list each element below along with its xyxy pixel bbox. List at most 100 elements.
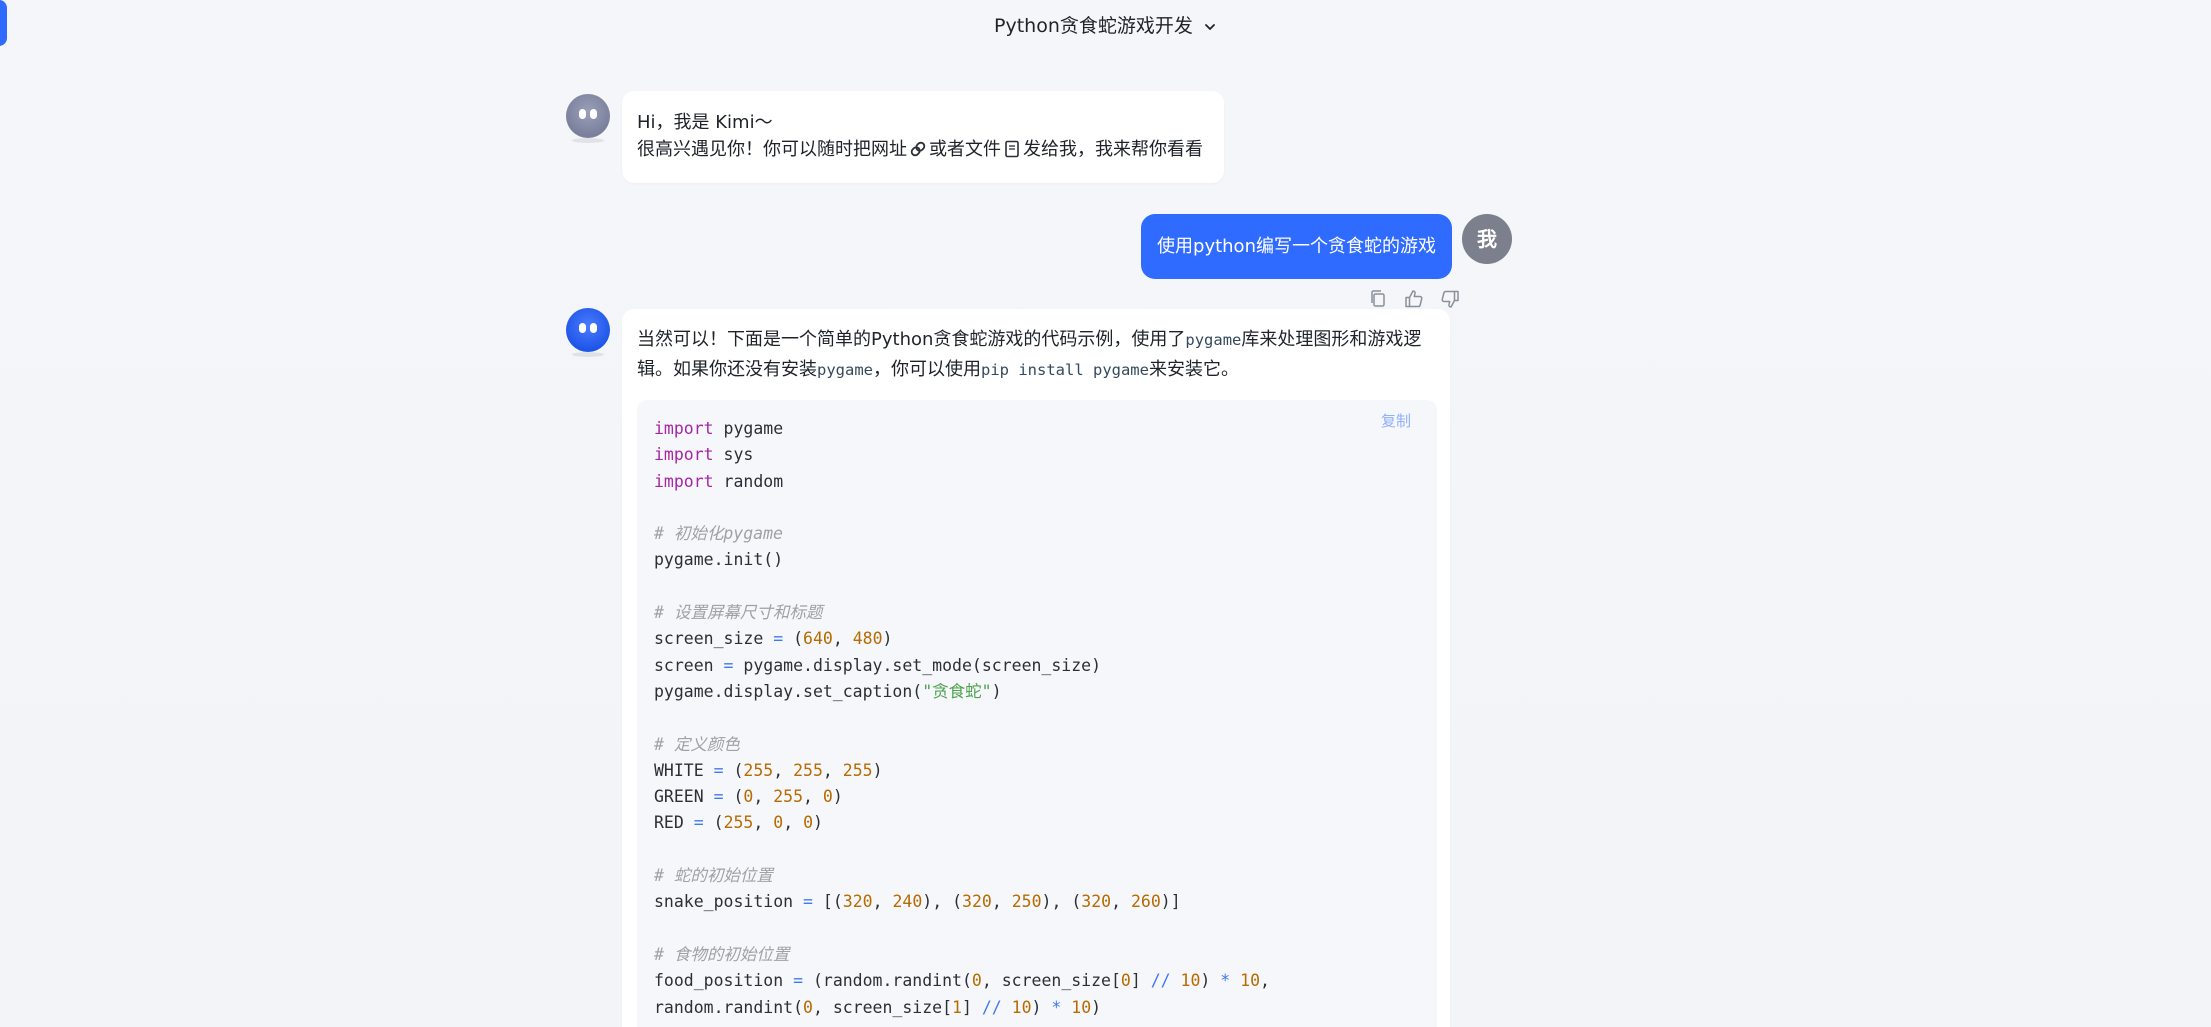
code-token: ,	[822, 760, 843, 780]
code-token: )	[991, 681, 1002, 701]
code-token: ,	[803, 787, 823, 807]
code-token: ), (	[1041, 892, 1082, 912]
greeting-bubble: Hi，我是 Kimi～ 很高兴遇见你！你可以随时把网址 或者文件 发给我，我来帮你看…	[622, 91, 1224, 183]
kimi-avatar	[566, 94, 610, 143]
code-token: =	[723, 655, 734, 675]
code-token: =	[713, 760, 724, 780]
code-line: # 蛇的初始位置	[654, 863, 1270, 889]
code-token: 255	[842, 760, 873, 780]
inline-code: pygame	[817, 361, 873, 379]
code-token: 250	[1011, 892, 1042, 912]
code-token: 0	[971, 971, 982, 991]
code-token: 480	[852, 629, 883, 649]
code-token: pygame.display.set_mode(screen_size)	[733, 655, 1102, 675]
code-token: 640	[803, 629, 833, 649]
code-token: ,	[783, 813, 804, 833]
code-line: import pygame	[654, 416, 1270, 442]
code-token: ,	[773, 760, 794, 780]
code-token: import	[654, 445, 714, 465]
code-token: GREEN	[654, 787, 714, 807]
code-token: # 蛇的初始位置	[654, 866, 773, 886]
code-token: =	[713, 787, 724, 807]
code-token: 0	[773, 813, 784, 833]
code-line: RED = (255, 0, 0)	[654, 810, 1270, 836]
code-line: snake_position = [(320, 240), (320, 250)…	[654, 889, 1270, 915]
code-token: )	[813, 813, 823, 833]
code-token: 320	[842, 892, 873, 912]
code-token: ,	[832, 629, 853, 649]
code-token: sys	[713, 445, 754, 465]
code-token: 0	[1120, 971, 1131, 991]
code-token: ), (	[922, 892, 963, 912]
inline-code: pip install pygame	[981, 361, 1149, 379]
code-token: , screen_size[	[981, 971, 1121, 991]
copy-icon	[1371, 290, 1385, 307]
code-token: random	[713, 471, 784, 491]
code-token: 0	[803, 997, 813, 1017]
code-token: random.randint(	[654, 997, 804, 1017]
code-token: //	[1150, 971, 1171, 991]
copy-code-button[interactable]: 复制	[1381, 410, 1411, 431]
code-token: 0	[803, 813, 813, 833]
code-line: random.randint(0, screen_size[1] // 10) …	[654, 995, 1270, 1021]
code-line: # 食物的初始位置	[654, 942, 1270, 968]
greeting-line-1: Hi，我是 Kimi～	[637, 112, 773, 133]
code-token: ,	[753, 787, 774, 807]
code-token: *	[1051, 997, 1062, 1017]
code-token: (	[783, 629, 804, 649]
code-token: 255	[793, 760, 823, 780]
code-line: pygame.init()	[654, 547, 1270, 573]
code-token: (random.randint(	[803, 971, 972, 991]
chat-page: Python贪食蛇游戏开发 Hi，我是 Kimi～ 很高兴遇见你！你可以随时把网…	[0, 0, 2211, 1027]
code-token: 255	[723, 813, 754, 833]
code-line: import sys	[654, 442, 1270, 468]
code-token: )	[872, 760, 883, 780]
code-token: WHITE	[654, 760, 714, 780]
link-icon	[910, 141, 926, 157]
code-line: # 初始化pygame	[654, 521, 1270, 547]
code-line: food_position = (random.randint(0, scree…	[654, 968, 1270, 994]
code-token: snake_position	[654, 892, 804, 912]
code-token: pygame.init()	[654, 550, 784, 570]
file-icon	[1005, 140, 1019, 158]
code-token: [(	[812, 892, 843, 912]
code-line: # 设置屏幕尺寸和标题	[654, 600, 1270, 626]
code-token: 10	[1240, 971, 1261, 991]
code-token: =	[803, 892, 813, 912]
code-token: 255	[773, 787, 804, 807]
code-line: screen = pygame.display.set_mode(screen_…	[654, 653, 1270, 679]
code-token: )]	[1160, 892, 1181, 912]
code-line: import random	[654, 469, 1270, 495]
code-token: "贪食蛇"	[922, 681, 992, 701]
code-token: 1	[952, 997, 962, 1017]
code-token: pygame	[713, 419, 784, 438]
code-token: (	[723, 760, 744, 780]
code-token: )	[832, 787, 843, 807]
code-token: ]	[1130, 971, 1151, 991]
code-token: //	[981, 997, 1002, 1017]
inline-code: pygame	[1185, 331, 1242, 349]
code-token: )	[882, 629, 893, 649]
code-token: ,	[1111, 892, 1131, 912]
code-token: screen	[654, 655, 724, 675]
code-token: =	[693, 813, 704, 833]
code-token: 10	[1011, 997, 1032, 1017]
code-line: screen_size = (640, 480)	[654, 626, 1270, 652]
code-token: ,	[753, 813, 774, 833]
code-token: (	[723, 787, 744, 807]
code-token: 0	[822, 787, 833, 807]
kimi-avatar	[566, 308, 610, 357]
code-token: )	[1031, 997, 1052, 1017]
code-content: import pygame import sys import random # 初始…	[654, 416, 1270, 1021]
greeting-line-2: 很高兴遇见你！你可以随时把网址 或者文件 发给我，我来帮你看看	[637, 139, 1203, 160]
code-token: screen_size	[654, 629, 774, 649]
code-token: =	[793, 971, 804, 991]
code-token: 240	[892, 892, 923, 912]
conversation-title-button[interactable]: Python贪食蛇游戏开发	[0, 14, 2211, 38]
